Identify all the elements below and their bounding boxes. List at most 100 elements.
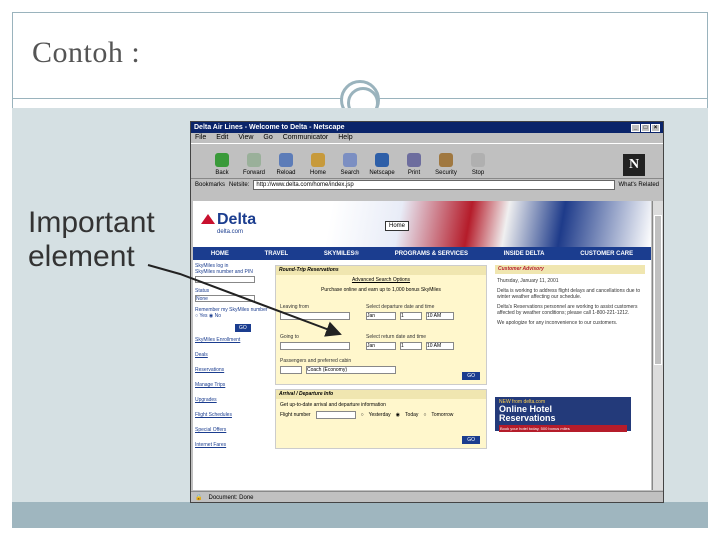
arrival-title: Arrival / Departure Info xyxy=(276,390,486,399)
callout-label-line2: element xyxy=(28,240,135,273)
reservations-go-button[interactable]: GO xyxy=(462,372,480,380)
login-sub: SkyMiles number and PIN xyxy=(195,269,253,275)
home-button[interactable]: Home xyxy=(305,153,331,176)
url-field[interactable]: http://www.delta.com/home/index.jsp xyxy=(253,180,615,190)
nav-skymiles[interactable]: SKYMILES® xyxy=(324,251,359,257)
advanced-search-link[interactable]: Advanced Search Options xyxy=(276,275,486,285)
hero-banner xyxy=(193,201,651,247)
left-link-schedules[interactable]: Flight Schedules xyxy=(195,412,269,418)
ad-line-4: Book your hotel today, 500 bonus miles xyxy=(499,425,627,432)
search-button[interactable]: Search xyxy=(337,153,363,176)
menu-communicator[interactable]: Communicator xyxy=(283,134,329,142)
delta-logo[interactable]: Delta delta.com xyxy=(201,211,256,235)
bookmarks-button[interactable]: Bookmarks xyxy=(195,182,225,188)
from-input[interactable] xyxy=(280,312,350,320)
return-time-select[interactable]: 10 AM xyxy=(426,342,454,350)
minimize-button[interactable]: _ xyxy=(631,123,640,132)
printer-icon xyxy=(407,153,421,167)
forward-button[interactable]: Forward xyxy=(241,153,267,176)
navigation-toolbar: Back Forward Reload Home Search Netscape… xyxy=(191,143,663,179)
scrollbar-thumb[interactable] xyxy=(654,215,662,365)
stop-button[interactable]: Stop xyxy=(465,153,491,176)
close-button[interactable]: × xyxy=(651,123,660,132)
from-label: Leaving from xyxy=(280,304,309,310)
return-day-select[interactable]: 1 xyxy=(400,342,422,350)
browser-titlebar: Delta Air Lines - Welcome to Delta - Net… xyxy=(191,122,663,133)
tomorrow-radio[interactable]: ○ xyxy=(423,412,426,418)
left-link-internet-fares[interactable]: Internet Fares xyxy=(195,442,269,448)
passengers-select[interactable] xyxy=(280,366,302,374)
vertical-scrollbar[interactable] xyxy=(652,201,663,490)
cabin-select[interactable]: Coach (Economy) xyxy=(306,366,396,374)
status-select[interactable]: None xyxy=(195,295,255,302)
depart-time-select[interactable]: 10 AM xyxy=(426,312,454,320)
advisory-column: Customer Advisory Thursday, January 11, … xyxy=(495,265,645,330)
today-label: Today xyxy=(405,412,419,418)
menu-view[interactable]: View xyxy=(238,134,253,142)
arrival-form: Arrival / Departure Info Get up-to-date … xyxy=(275,389,487,449)
advisory-date: Thursday, January 11, 2001 xyxy=(497,278,559,284)
footer-bar xyxy=(12,502,708,528)
left-link-upgrades[interactable]: Upgrades xyxy=(195,397,269,403)
back-label: Back xyxy=(215,170,229,176)
stop-icon xyxy=(471,153,485,167)
login-go-button[interactable]: GO xyxy=(235,324,251,332)
maximize-button[interactable]: □ xyxy=(641,123,650,132)
return-month-select[interactable]: Jan xyxy=(366,342,396,350)
menu-bar: File Edit View Go Communicator Help xyxy=(191,133,663,143)
left-column: SkyMiles log in SkyMiles number and PIN … xyxy=(195,263,269,457)
netscape-icon xyxy=(375,153,389,167)
reload-button[interactable]: Reload xyxy=(273,153,299,176)
security-button[interactable]: Security xyxy=(433,153,459,176)
back-button[interactable]: Back xyxy=(209,153,235,176)
reservations-title: Round-Trip Reservations xyxy=(276,266,486,275)
left-link-manage-trips[interactable]: Manage Trips xyxy=(195,382,269,388)
depart-month-select[interactable]: Jan xyxy=(366,312,396,320)
whats-related-button[interactable]: What's Related xyxy=(619,182,660,188)
reload-icon xyxy=(279,153,293,167)
forward-label: Forward xyxy=(242,170,265,176)
hotel-ad-banner[interactable]: NEW from delta.com Online Hotel Reservat… xyxy=(495,397,631,432)
menu-help[interactable]: Help xyxy=(338,134,352,142)
forward-arrow-icon xyxy=(247,153,261,167)
arrival-prompt: Get up-to-date arrival and departure inf… xyxy=(280,402,386,408)
return-label: Select return date and time xyxy=(366,334,427,340)
reservations-form: Round-Trip Reservations Advanced Search … xyxy=(275,265,487,385)
nav-travel[interactable]: TRAVEL xyxy=(265,251,289,257)
nav-inside-delta[interactable]: INSIDE DELTA xyxy=(504,251,545,257)
depart-day-select[interactable]: 1 xyxy=(400,312,422,320)
left-link-enroll[interactable]: SkyMiles Enrollment xyxy=(195,337,269,343)
to-label: Going to xyxy=(280,334,299,340)
security-label: Security xyxy=(435,170,457,176)
advisory-paragraph-2: Delta's Reservations personnel are worki… xyxy=(497,304,638,316)
bonus-prompt: Purchase online and earn up to 1,000 bon… xyxy=(321,287,441,293)
today-radio[interactable]: ◉ xyxy=(396,412,400,418)
menu-file[interactable]: File xyxy=(195,134,206,142)
flight-number-label: Flight number xyxy=(280,412,311,418)
home-label: Home xyxy=(309,170,326,176)
depart-label: Select departure date and time xyxy=(366,304,435,310)
yesterday-radio[interactable]: ○ xyxy=(361,412,364,418)
print-button[interactable]: Print xyxy=(401,153,427,176)
home-tooltip: Home xyxy=(385,221,409,231)
status-lock-icon: 🔒 xyxy=(195,495,203,501)
advisory-paragraph-1: Delta is working to address flight delay… xyxy=(497,288,641,300)
skymiles-number-input[interactable] xyxy=(195,276,255,283)
arrival-go-button[interactable]: GO xyxy=(462,436,480,444)
left-link-reservations[interactable]: Reservations xyxy=(195,367,269,373)
location-bar: Bookmarks Netsite: http://www.delta.com/… xyxy=(191,179,663,191)
tomorrow-label: Tomorrow xyxy=(431,412,454,418)
to-input[interactable] xyxy=(280,342,350,350)
left-link-offers[interactable]: Special Offers xyxy=(195,427,269,433)
status-text: Document: Done xyxy=(208,494,254,501)
menu-go[interactable]: Go xyxy=(263,134,272,142)
nav-programs[interactable]: PROGRAMS & SERVICES xyxy=(395,251,468,257)
menu-edit[interactable]: Edit xyxy=(216,134,228,142)
yesterday-label: Yesterday xyxy=(368,412,391,418)
search-label: Search xyxy=(340,170,360,176)
nav-home[interactable]: HOME xyxy=(211,251,229,257)
left-link-deals[interactable]: Deals xyxy=(195,352,269,358)
netscape-button[interactable]: Netscape xyxy=(369,153,395,176)
flight-number-input[interactable] xyxy=(315,411,356,419)
nav-customer-care[interactable]: CUSTOMER CARE xyxy=(580,251,633,257)
